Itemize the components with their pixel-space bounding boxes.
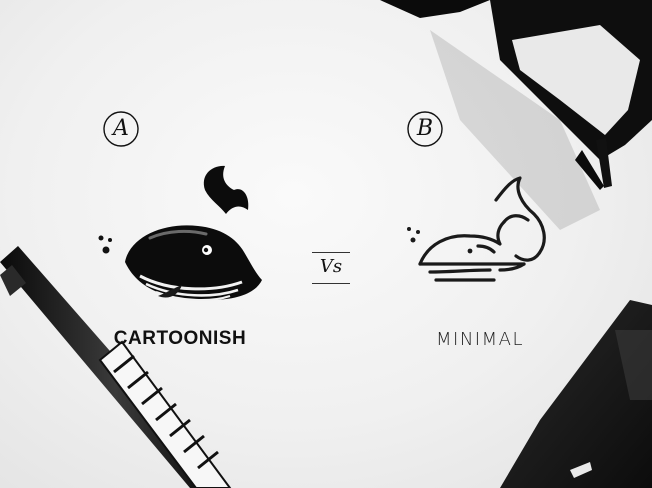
- divider-line: [312, 252, 350, 253]
- option-a-label: CARTOONISH: [113, 328, 247, 349]
- minimal-whale-icon: [407, 176, 546, 282]
- divider-line: [312, 283, 350, 284]
- option-b-label: MINIMAL: [436, 329, 524, 350]
- versus-marker: Vs: [308, 250, 354, 286]
- versus-text: Vs: [319, 256, 343, 277]
- photo-backdrop: A B Vs CARTOONISH MINIMAL: [0, 0, 652, 488]
